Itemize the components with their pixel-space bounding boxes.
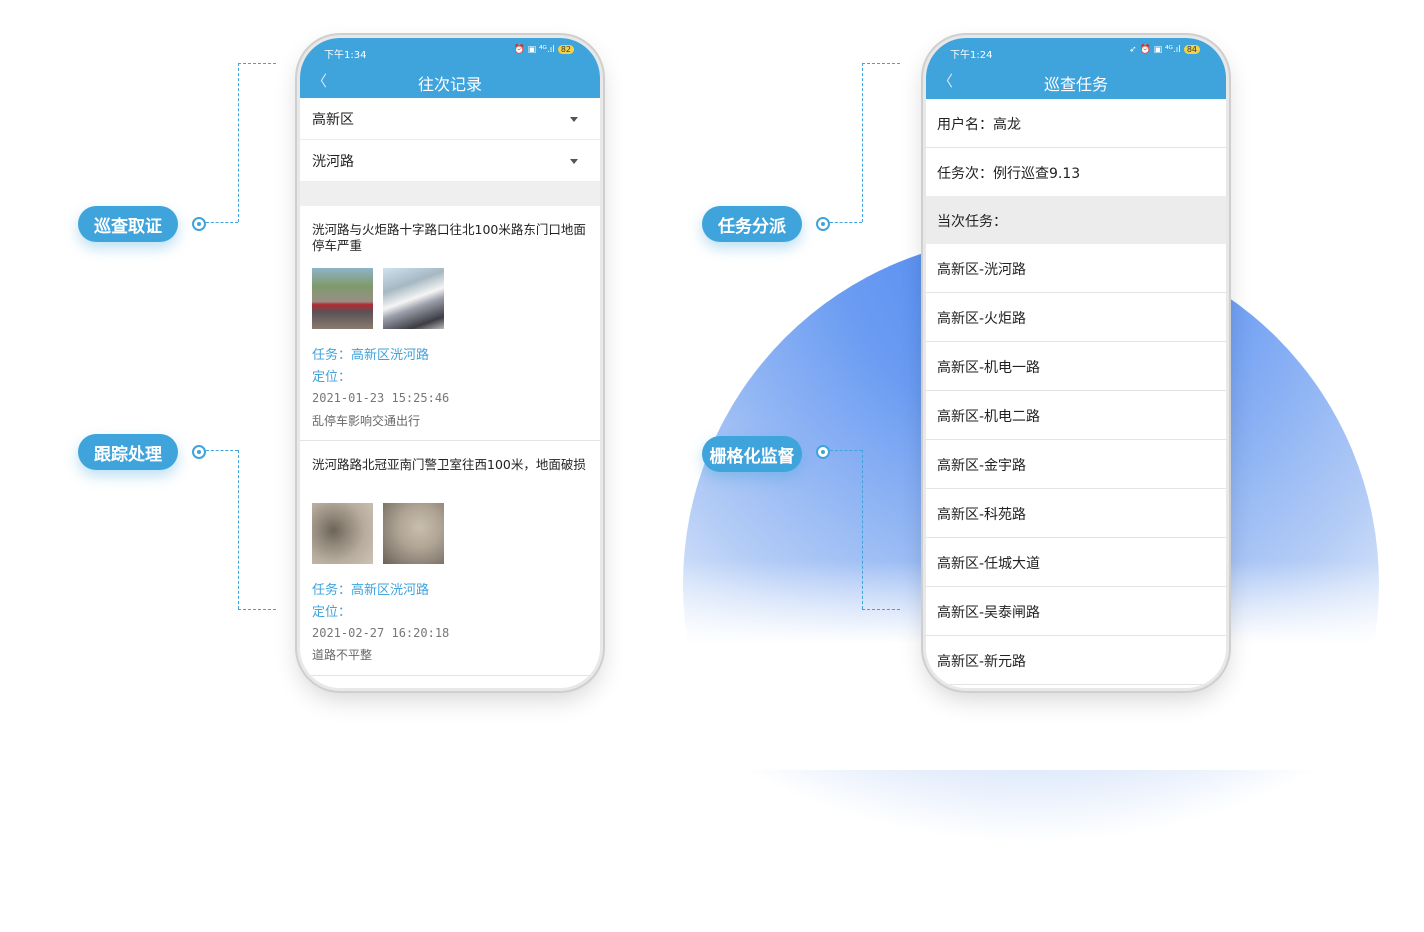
feature-label-task-dispatch: 任务分派	[702, 206, 802, 242]
connector-line	[830, 450, 862, 451]
record-location-label: 定位：	[312, 370, 352, 385]
record-photo[interactable]	[383, 268, 444, 329]
task-item-label: 高新区-吴泰闸路	[937, 605, 1041, 621]
task-item[interactable]: 高新区-洸河路	[926, 244, 1226, 293]
username-row: 用户名：高龙	[926, 99, 1226, 148]
district-select-value: 高新区	[312, 112, 354, 128]
task-item-label: 高新区-金宇路	[937, 458, 1027, 474]
connector-line	[238, 63, 239, 222]
battery-icon: 82	[557, 45, 574, 54]
status-icons: ➶ ⏰ ▣ ⁴ᴳ.ıl 84	[1129, 45, 1200, 55]
username-text: 用户名：高龙	[937, 117, 1021, 133]
record-datetime: 2021-02-27 16:20:18	[312, 626, 450, 640]
task-item[interactable]: 高新区-科苑路	[926, 489, 1226, 538]
connector-line	[862, 63, 863, 222]
task-label: 任务：	[312, 348, 352, 363]
list-scroll-gap	[300, 182, 600, 206]
status-time: 下午1:34	[324, 50, 367, 61]
connector-line	[238, 609, 276, 610]
task-batch-text: 任务次：例行巡查9.13	[937, 166, 1081, 182]
feature-label-track-process: 跟踪处理	[78, 434, 178, 470]
record-photo[interactable]	[312, 503, 373, 564]
task-label: 任务：	[312, 583, 352, 598]
status-time: 下午1:24	[950, 50, 993, 61]
status-icons: ⏰ ▣ ⁴ᴳ.ıl 82	[514, 45, 574, 55]
app-header: 下午1:34 ⏰ ▣ ⁴ᴳ.ıl 82 〈 往次记录	[300, 38, 600, 100]
road-select[interactable]: 洸河路	[300, 140, 600, 182]
record-title[interactable]: 洸河路与火炬路十字路口往北100米路东门口地面停车严重	[312, 222, 588, 254]
connector-line	[830, 222, 862, 223]
task-item[interactable]: 高新区-吴泰闸路	[926, 587, 1226, 636]
feature-label-grid-supervision: 栅格化监督	[702, 436, 802, 472]
connector-line	[206, 450, 238, 451]
current-tasks-header: 当次任务：	[926, 196, 1226, 244]
current-tasks-header-text: 当次任务：	[937, 214, 1007, 230]
connector-dot-icon	[192, 217, 206, 231]
connector-dot-icon	[816, 445, 830, 459]
app-header: 下午1:24 ➶ ⏰ ▣ ⁴ᴳ.ıl 84 〈 巡查任务	[926, 38, 1226, 100]
task-item[interactable]: 高新区-机电二路	[926, 391, 1226, 440]
connector-line	[238, 450, 239, 609]
right-phone: 下午1:24 ➶ ⏰ ▣ ⁴ᴳ.ıl 84 〈 巡查任务 用户名：高龙 任务次：例…	[926, 38, 1226, 688]
caret-down-icon	[570, 159, 578, 164]
task-item[interactable]: 高新区-火炬路	[926, 293, 1226, 342]
task-value: 高新区洸河路	[351, 583, 430, 598]
page-title: 巡查任务	[1043, 75, 1108, 94]
record-description: 道路不平整	[312, 648, 373, 662]
record-description: 乱停车影响交通出行	[312, 414, 421, 428]
task-item-label: 高新区-洸河路	[937, 262, 1027, 278]
road-select-value: 洸河路	[312, 154, 354, 170]
task-item-label: 高新区-任城大道	[937, 556, 1041, 572]
task-item-label: 高新区-新元路	[937, 654, 1027, 670]
feature-label-inspect-evidence: 巡查取证	[78, 206, 178, 242]
task-value: 高新区洸河路	[351, 348, 430, 363]
connector-line	[862, 609, 900, 610]
record-divider	[300, 675, 600, 676]
connector-line	[206, 222, 238, 223]
task-batch-row: 任务次：例行巡查9.13	[926, 148, 1226, 196]
task-item[interactable]: 高新区-任城大道	[926, 538, 1226, 587]
record-photo[interactable]	[383, 503, 444, 564]
record-photo[interactable]	[312, 268, 373, 329]
district-select[interactable]: 高新区	[300, 98, 600, 140]
record-title[interactable]: 洸河路路北冠亚南门警卫室往西100米，地面破损	[312, 457, 588, 473]
task-item[interactable]: 高新区-新元路	[926, 636, 1226, 685]
battery-icon: 84	[1183, 45, 1200, 54]
task-item-label: 高新区-机电二路	[937, 409, 1041, 425]
page-title: 往次记录	[417, 75, 482, 94]
left-phone: 下午1:34 ⏰ ▣ ⁴ᴳ.ıl 82 〈 往次记录 高新区 洸河路 洸河路与火炬…	[300, 38, 600, 688]
connector-line	[238, 63, 276, 64]
connector-line	[862, 63, 900, 64]
connector-dot-icon	[816, 217, 830, 231]
task-item[interactable]: 高新区-金宇路	[926, 440, 1226, 489]
connector-dot-icon	[192, 445, 206, 459]
record-location-label: 定位：	[312, 605, 352, 620]
record-divider	[300, 440, 600, 441]
record-task: 任务：高新区洸河路	[312, 579, 429, 598]
task-item[interactable]: 高新区-机电一路	[926, 342, 1226, 391]
record-datetime: 2021-01-23 15:25:46	[312, 391, 450, 405]
task-item-label: 高新区-火炬路	[937, 311, 1027, 327]
connector-line	[862, 450, 863, 609]
caret-down-icon	[570, 117, 578, 122]
task-item-label: 高新区-科苑路	[937, 507, 1027, 523]
record-task: 任务：高新区洸河路	[312, 344, 429, 363]
task-item-label: 高新区-机电一路	[937, 360, 1041, 376]
